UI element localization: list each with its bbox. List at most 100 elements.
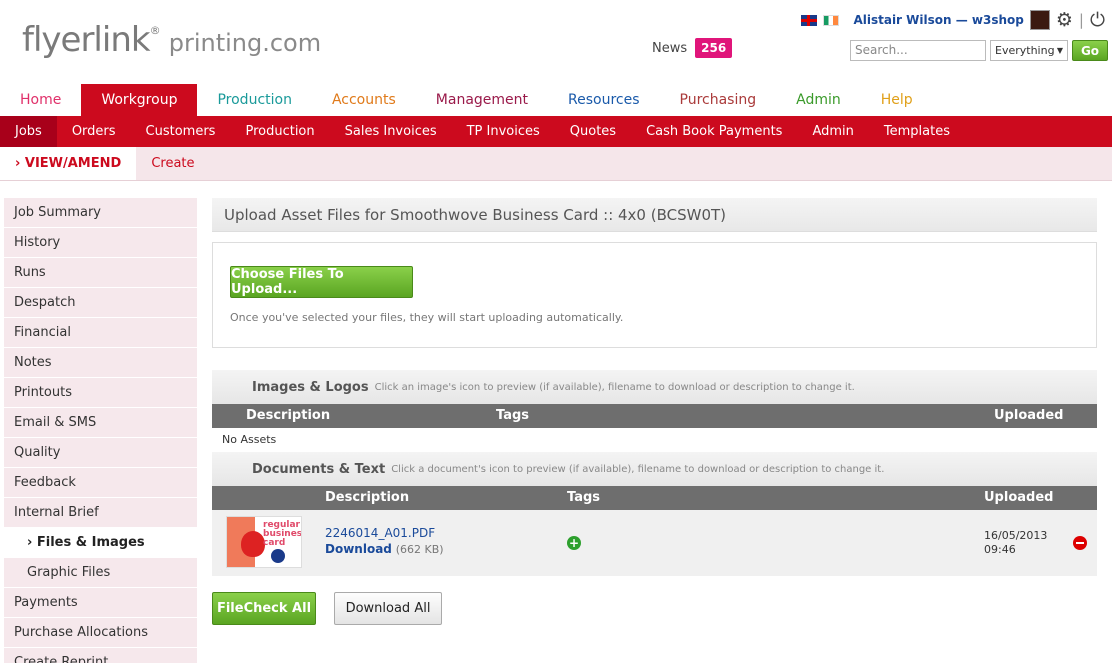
go-button[interactable]: Go [1072,40,1108,61]
download-all-button[interactable]: Download All [334,592,442,625]
uploaded-date-day: 16/05/2013 [984,529,1048,542]
tab-admin[interactable]: Admin [776,84,861,116]
docs-section-desc: Click a document's icon to preview (if a… [391,463,885,475]
sidebar: Job Summary History Runs Despatch Financ… [4,198,197,663]
user-name-link[interactable]: Alistair Wilson — w3shop [853,13,1023,27]
sidebar-item-history[interactable]: History [4,228,197,258]
sidebar-item-quality[interactable]: Quality [4,438,197,468]
separator: | [1078,11,1084,29]
images-empty-message: No Assets [212,428,1097,452]
docs-section-title: Documents & Text [252,461,386,477]
subnav-orders[interactable]: Orders [57,116,131,147]
sidebar-item-email-sms[interactable]: Email & SMS [4,408,197,438]
search-bar: Search... Everything ▼ Go [850,40,1108,61]
sidebar-item-purchase-allocations[interactable]: Purchase Allocations [4,618,197,648]
docs-table-header: Description Tags Uploaded [212,486,1097,510]
file-size: (662 KB) [395,543,444,556]
sidebar-item-financial[interactable]: Financial [4,318,197,348]
sidebar-item-create-reprint[interactable]: Create Reprint [4,648,197,663]
news-label[interactable]: News [652,41,687,56]
tab-accounts[interactable]: Accounts [312,84,416,116]
uk-flag-icon[interactable] [801,14,818,26]
logo-reg: ® [149,24,161,37]
tab-home[interactable]: Home [0,84,81,116]
subnav-jobs[interactable]: Jobs [0,116,57,147]
subnav-quotes[interactable]: Quotes [555,116,631,147]
tab-resources[interactable]: Resources [548,84,660,116]
tab-help[interactable]: Help [861,84,933,116]
subnav-production[interactable]: Production [230,116,329,147]
sidebar-item-runs[interactable]: Runs [4,258,197,288]
uploaded-date: 16/05/2013 09:46 [984,529,1047,557]
sidebar-item-printouts[interactable]: Printouts [4,378,197,408]
images-col-uploaded: Uploaded [994,408,1064,423]
news-count-badge[interactable]: 256 [695,38,733,58]
upload-panel: Choose Files To Upload... Once you've se… [212,242,1097,348]
tab-production[interactable]: Production [197,84,311,116]
tab-purchasing[interactable]: Purchasing [660,84,777,116]
thumb-text: regular business card [263,520,302,548]
choose-files-button[interactable]: Choose Files To Upload... [230,266,413,298]
user-bar: Alistair Wilson — w3shop ⚙ | ⏻ [801,9,1105,31]
subnav-admin[interactable]: Admin [797,116,868,147]
page-title: Upload Asset Files for Smoothwove Busine… [212,198,1097,232]
search-input[interactable]: Search... [850,40,986,61]
tab-workgroup[interactable]: Workgroup [81,84,198,116]
minus-circle-icon[interactable] [1073,536,1087,550]
table-row: regular business card 2246014_A01.PDF Do… [212,510,1097,576]
sidebar-item-notes[interactable]: Notes [4,348,197,378]
docs-col-uploaded: Uploaded [984,490,1054,505]
docs-section-header: Documents & Text Click a document's icon… [212,452,1097,486]
view-amend-tab[interactable]: › VIEW/AMEND [0,147,137,180]
images-section-desc: Click an image's icon to preview (if ava… [374,381,855,393]
plus-circle-icon[interactable]: + [567,536,581,550]
tab-management[interactable]: Management [416,84,548,116]
docs-col-description: Description [325,490,410,505]
logo-suffix: printing.com [168,29,322,57]
search-scope-select[interactable]: Everything ▼ [990,40,1068,61]
docs-col-tags: Tags [567,490,601,505]
images-col-tags: Tags [496,408,530,423]
main-content: Upload Asset Files for Smoothwove Busine… [212,198,1097,625]
logo-brand: flyerlink [22,20,151,60]
logo[interactable]: flyerlink® printing.com [22,20,321,60]
filename-link[interactable]: 2246014_A01.PDF [325,526,435,540]
gear-icon[interactable]: ⚙ [1056,9,1073,31]
sidebar-item-internal-brief[interactable]: Internal Brief [4,498,197,528]
images-col-description: Description [246,408,331,423]
subnav-sales-invoices[interactable]: Sales Invoices [330,116,452,147]
create-tab[interactable]: Create [136,147,209,180]
subnav-customers[interactable]: Customers [131,116,231,147]
sidebar-item-feedback[interactable]: Feedback [4,468,197,498]
subnav-cash-book-payments[interactable]: Cash Book Payments [631,116,797,147]
images-section-title: Images & Logos [252,379,369,395]
chevron-down-icon: ▼ [1056,46,1063,55]
news[interactable]: News 256 [652,38,733,58]
upload-hint: Once you've selected your files, they wi… [230,311,624,324]
power-icon[interactable]: ⏻ [1090,9,1105,31]
bottom-actions: FileCheck All Download All [212,592,1097,625]
search-scope-value: Everything [995,44,1055,57]
download-link[interactable]: Download [325,542,392,556]
thumb-logo-icon [271,549,285,563]
sidebar-item-job-summary[interactable]: Job Summary [4,198,197,228]
avatar[interactable] [1029,10,1050,30]
sub-nav: Jobs Orders Customers Production Sales I… [0,116,1112,147]
sidebar-item-payments[interactable]: Payments [4,588,197,618]
images-table-header: Description Tags Uploaded [212,404,1097,428]
strawberry-icon [241,531,265,557]
uploaded-date-time: 09:46 [984,543,1016,556]
document-thumbnail[interactable]: regular business card [226,516,302,568]
subnav-tp-invoices[interactable]: TP Invoices [452,116,555,147]
action-nav: › VIEW/AMEND Create [0,147,1112,181]
sidebar-item-files-images[interactable]: › Files & Images [4,528,197,558]
main-nav: Home Workgroup Production Accounts Manag… [0,84,1112,116]
images-section-header: Images & Logos Click an image's icon to … [212,370,1097,404]
download-line: Download (662 KB) [325,542,444,556]
subnav-templates[interactable]: Templates [869,116,965,147]
filecheck-all-button[interactable]: FileCheck All [212,592,316,625]
sidebar-item-despatch[interactable]: Despatch [4,288,197,318]
ireland-flag-icon[interactable] [823,14,840,26]
sidebar-item-graphic-files[interactable]: Graphic Files [4,558,197,588]
